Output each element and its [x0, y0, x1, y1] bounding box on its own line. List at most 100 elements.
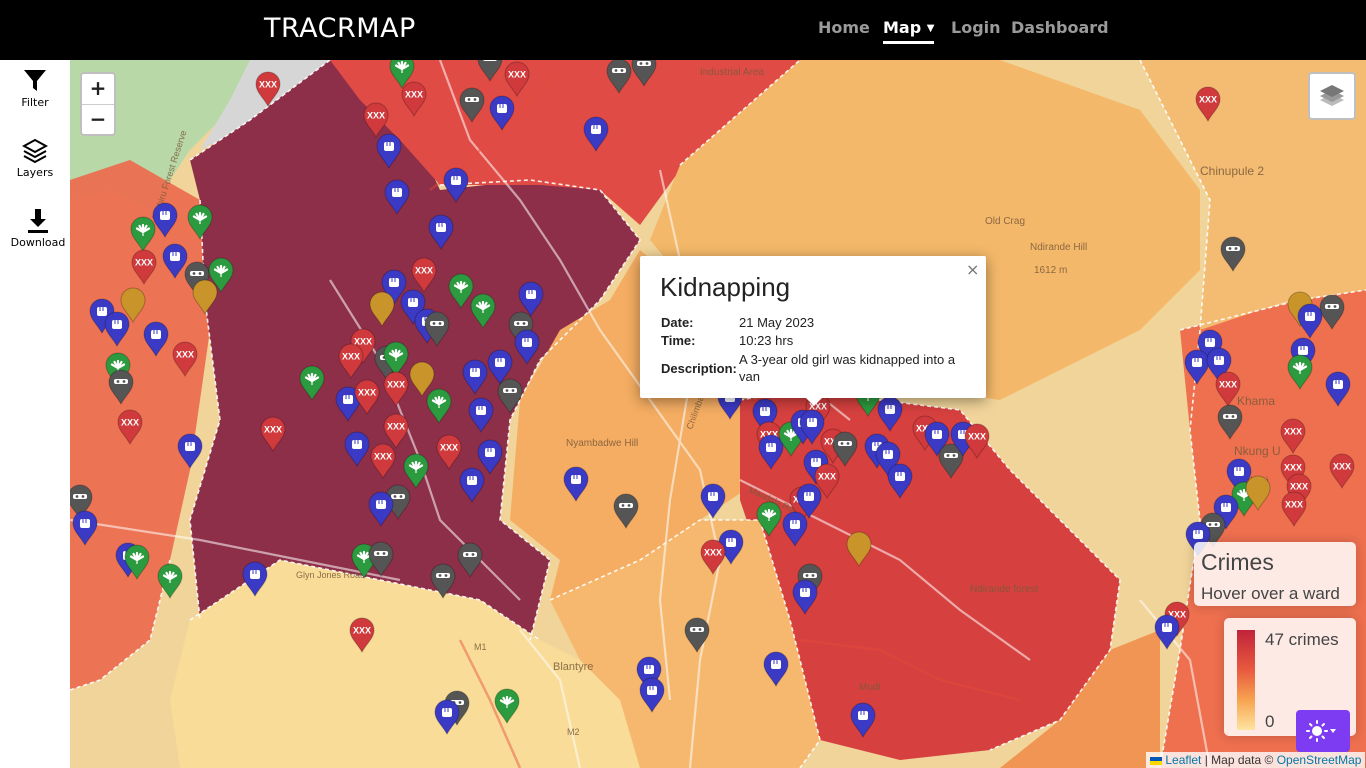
crime-marker-assault[interactable] [514, 329, 540, 366]
crime-marker-assault[interactable] [1154, 614, 1180, 651]
crime-marker-drugs[interactable] [299, 365, 325, 402]
crime-marker-kidnapping[interactable]: XXX [383, 371, 409, 408]
crime-marker-assault[interactable] [782, 511, 808, 548]
crime-marker-assault[interactable] [700, 483, 726, 520]
crime-marker-drugs[interactable] [426, 388, 452, 425]
nav-dashboard-link[interactable]: Dashboard [1011, 18, 1109, 37]
crime-marker-kidnapping[interactable]: XXX [383, 413, 409, 450]
crime-marker-kidnapping[interactable]: XXX [338, 343, 364, 380]
crime-marker-assault[interactable] [563, 466, 589, 503]
crime-marker-assault[interactable] [887, 463, 913, 500]
crime-marker-kidnapping[interactable]: XXX [131, 249, 157, 286]
crime-marker-robbery[interactable] [108, 369, 134, 406]
crime-marker-assault[interactable] [850, 702, 876, 739]
crime-marker-assault[interactable] [1297, 303, 1323, 340]
crime-marker-assault[interactable] [162, 243, 188, 280]
crime-marker-assault[interactable] [143, 321, 169, 358]
crime-marker-assault[interactable] [877, 396, 903, 433]
crime-marker-assault[interactable] [242, 561, 268, 598]
crime-marker-other[interactable] [369, 291, 395, 328]
crime-marker-robbery[interactable] [459, 87, 485, 124]
crime-marker-drugs[interactable] [494, 688, 520, 725]
crime-marker-robbery[interactable] [684, 617, 710, 654]
crime-marker-kidnapping[interactable]: XXX [964, 423, 990, 460]
crime-marker-assault[interactable] [104, 311, 130, 348]
map-canvas[interactable]: Old Crag Ndirande Hill 1612 m Nyambadwe … [70, 60, 1366, 768]
leaflet-link[interactable]: Leaflet [1165, 753, 1201, 767]
crime-marker-assault[interactable] [384, 179, 410, 216]
crime-marker-drugs[interactable] [470, 293, 496, 330]
crime-marker-kidnapping[interactable]: XXX [700, 539, 726, 576]
crime-marker-assault[interactable] [1325, 371, 1351, 408]
crime-marker-robbery[interactable] [631, 60, 657, 88]
layers-control-button[interactable] [1308, 72, 1356, 120]
crime-marker-kidnapping[interactable]: XXX [117, 409, 143, 446]
crime-marker-assault[interactable] [152, 202, 178, 239]
crime-marker-kidnapping[interactable]: XXX [1215, 371, 1241, 408]
crime-marker-assault[interactable] [792, 579, 818, 616]
crime-marker-kidnapping[interactable]: XXX [349, 617, 375, 654]
crime-marker-robbery[interactable] [457, 542, 483, 579]
crime-marker-robbery[interactable] [430, 563, 456, 600]
crime-marker-kidnapping[interactable]: XXX [354, 379, 380, 416]
crime-marker-kidnapping[interactable]: XXX [370, 443, 396, 480]
crime-marker-other[interactable] [192, 279, 218, 316]
crime-marker-kidnapping[interactable]: XXX [260, 416, 286, 453]
download-button[interactable]: Download [3, 208, 73, 249]
crime-marker-kidnapping[interactable]: XXX [1195, 86, 1221, 123]
crime-marker-assault[interactable] [1184, 349, 1210, 386]
crime-marker-robbery[interactable] [1217, 404, 1243, 441]
nav-login-link[interactable]: Login [951, 18, 1001, 37]
crime-marker-other[interactable] [846, 531, 872, 568]
layers-button[interactable]: Layers [0, 138, 70, 179]
theme-toggle-button[interactable] [1296, 710, 1350, 752]
crime-marker-kidnapping[interactable]: XXX [504, 61, 530, 98]
crime-marker-drugs[interactable] [130, 216, 156, 253]
filter-button[interactable]: Filter [0, 68, 70, 109]
crime-marker-robbery[interactable] [368, 541, 394, 578]
crime-marker-assault[interactable] [758, 434, 784, 471]
zoom-out-button[interactable]: − [82, 105, 114, 135]
crime-marker-kidnapping[interactable]: XXX [363, 102, 389, 139]
crime-marker-robbery[interactable] [1319, 294, 1345, 331]
crime-marker-assault[interactable] [583, 116, 609, 153]
nav-map-dropdown[interactable]: Map ▼ [883, 18, 935, 44]
crime-marker-robbery[interactable] [1220, 236, 1246, 273]
crime-marker-drugs[interactable] [157, 563, 183, 600]
crime-marker-drugs[interactable] [1287, 354, 1313, 391]
crime-marker-other[interactable] [409, 361, 435, 398]
zoom-in-button[interactable]: + [82, 74, 114, 105]
popup-close-button[interactable]: × [966, 260, 979, 279]
crime-marker-assault[interactable] [462, 359, 488, 396]
crime-marker-robbery[interactable] [497, 378, 523, 415]
crime-marker-assault[interactable] [344, 431, 370, 468]
crime-marker-assault[interactable] [489, 95, 515, 132]
osm-link[interactable]: OpenStreetMap [1277, 753, 1362, 767]
crime-marker-assault[interactable] [443, 167, 469, 204]
crime-marker-assault[interactable] [639, 677, 665, 714]
nav-home-link[interactable]: Home [818, 18, 870, 37]
brand-logo[interactable]: TRACRMAP [264, 13, 416, 44]
crime-marker-kidnapping[interactable]: XXX [401, 81, 427, 118]
crime-marker-assault[interactable] [368, 491, 394, 528]
crime-marker-drugs[interactable] [756, 501, 782, 538]
crime-marker-robbery[interactable] [477, 60, 503, 83]
crime-marker-robbery[interactable] [613, 493, 639, 530]
crime-marker-assault[interactable] [518, 281, 544, 318]
crime-marker-drugs[interactable] [448, 273, 474, 310]
crime-marker-kidnapping[interactable]: XXX [1280, 418, 1306, 455]
crime-marker-kidnapping[interactable]: XXX [172, 341, 198, 378]
crime-marker-assault[interactable] [72, 510, 98, 547]
crime-marker-assault[interactable] [468, 397, 494, 434]
crime-marker-assault[interactable] [763, 651, 789, 688]
crime-marker-kidnapping[interactable]: XXX [255, 71, 281, 108]
crime-marker-kidnapping[interactable]: XXX [1329, 453, 1355, 490]
crime-marker-robbery[interactable] [832, 431, 858, 468]
crime-marker-robbery[interactable] [606, 60, 632, 95]
crime-marker-assault[interactable] [177, 433, 203, 470]
crime-marker-assault[interactable] [477, 439, 503, 476]
crime-marker-assault[interactable] [376, 133, 402, 170]
crime-marker-kidnapping[interactable]: XXX [1281, 491, 1307, 528]
crime-marker-kidnapping[interactable]: XXX [411, 257, 437, 294]
crime-marker-drugs[interactable] [187, 204, 213, 241]
